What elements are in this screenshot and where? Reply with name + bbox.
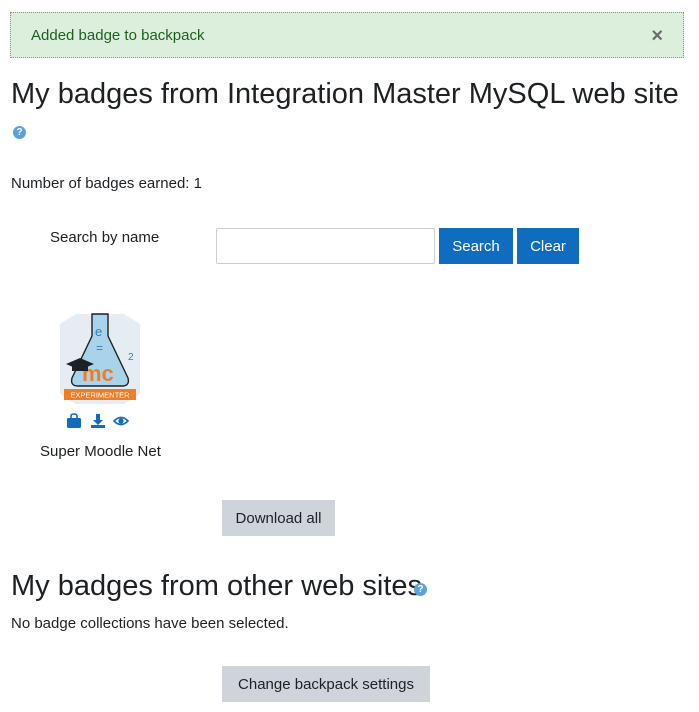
badge-image[interactable]: e = mc 2 EXPERIMENTER — [58, 312, 142, 404]
view-icon[interactable] — [113, 413, 129, 429]
badge-name[interactable]: Super Moodle Net — [40, 443, 161, 460]
search-input[interactable] — [216, 228, 435, 264]
svg-text:=: = — [96, 341, 103, 355]
search-label: Search by name — [50, 229, 160, 246]
svg-text:2: 2 — [128, 352, 134, 363]
success-alert: Added badge to backpack × — [10, 12, 684, 58]
no-collections-text: No badge collections have been selected. — [11, 615, 289, 632]
search-button[interactable]: Search — [439, 228, 513, 264]
other-badges-heading: My badges from other web sites — [11, 570, 423, 602]
change-backpack-settings-button[interactable]: Change backpack settings — [222, 666, 430, 702]
download-all-button[interactable]: Download all — [222, 500, 335, 536]
download-icon[interactable] — [90, 413, 106, 429]
close-icon[interactable]: × — [651, 13, 663, 59]
help-icon[interactable]: ? — [414, 583, 427, 596]
badge-ribbon-text: EXPERIMENTER — [70, 391, 130, 400]
help-icon[interactable]: ? — [13, 126, 26, 139]
alert-message: Added badge to backpack — [31, 27, 205, 44]
svg-text:e: e — [95, 324, 102, 339]
clear-button[interactable]: Clear — [517, 228, 579, 264]
backpack-icon[interactable] — [66, 413, 82, 429]
badges-count: Number of badges earned: 1 — [11, 175, 202, 192]
site-badges-heading: My badges from Integration Master MySQL … — [11, 78, 679, 110]
